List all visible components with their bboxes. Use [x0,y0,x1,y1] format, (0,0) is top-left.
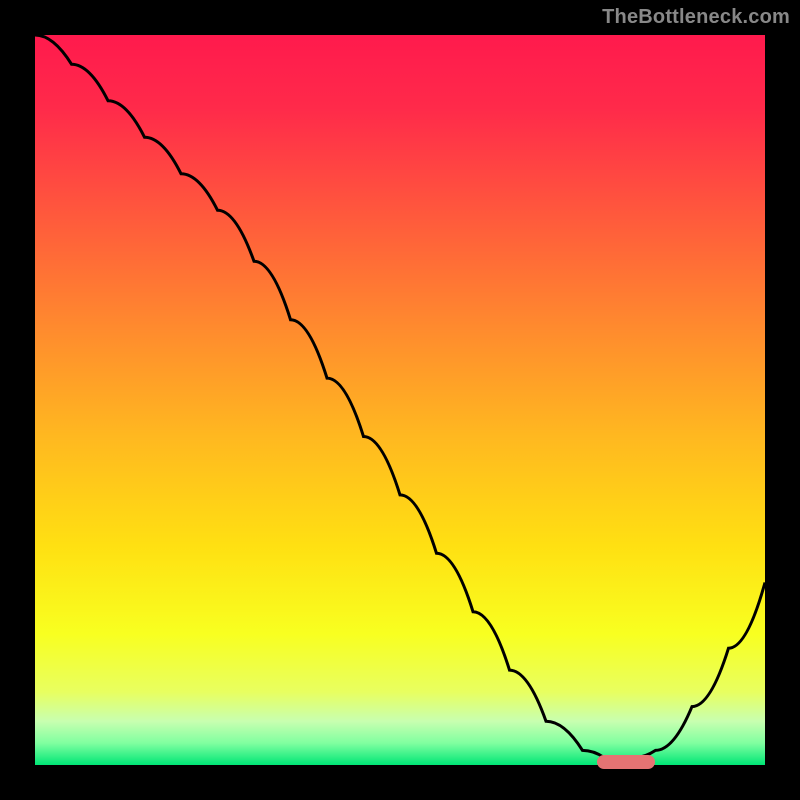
chart-svg [35,35,765,765]
plot-area [35,35,765,765]
bottleneck-curve [35,35,765,758]
optimal-marker [597,755,655,769]
chart-frame: TheBottleneck.com [0,0,800,800]
watermark-text: TheBottleneck.com [602,6,790,29]
